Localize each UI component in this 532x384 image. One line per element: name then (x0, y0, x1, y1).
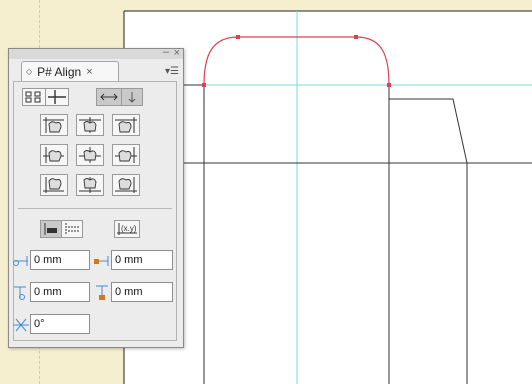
spacing-mode-left-button[interactable] (40, 220, 62, 238)
anchor-point (387, 83, 391, 87)
align-middle-right-button[interactable] (112, 144, 140, 166)
x-spacing-field[interactable]: 0 mm (111, 250, 173, 270)
align-top-left-icon (43, 117, 64, 133)
xy-reference-button[interactable]: (x.y) (114, 220, 140, 238)
align-top-right-button[interactable] (112, 114, 140, 136)
distribute-horizontal-button[interactable] (96, 88, 122, 106)
align-to-key-object-button[interactable] (45, 88, 69, 106)
y-offset-icon (14, 286, 26, 300)
align-top-center-icon (79, 117, 101, 133)
align-to-selection-icon (25, 91, 41, 103)
minimize-icon[interactable]: – (163, 46, 169, 58)
y-spacing-field[interactable]: 0 mm (111, 282, 173, 302)
align-middle-right-icon (115, 147, 137, 163)
align-bottom-right-button[interactable] (112, 174, 140, 196)
align-top-left-button[interactable] (40, 114, 68, 136)
align-bottom-right-icon (115, 177, 137, 193)
align-middle-center-button[interactable] (76, 144, 104, 166)
xy-reference-icon: (x.y) (117, 223, 137, 235)
anchor-point (202, 83, 206, 87)
close-icon[interactable]: × (174, 47, 180, 59)
collapse-arrows-icon[interactable]: ◇ (26, 67, 32, 76)
svg-text:(x.y): (x.y) (121, 224, 137, 233)
align-bottom-left-button[interactable] (40, 174, 68, 196)
anchor-point (354, 35, 358, 39)
spacing-mode-left-icon (44, 223, 57, 235)
align-top-center-button[interactable] (76, 114, 104, 136)
align-to-key-object-icon (48, 90, 66, 104)
vertical-arrow-icon (128, 92, 136, 103)
x-offset-icon (13, 256, 28, 266)
align-to-selection-button[interactable] (22, 88, 46, 106)
align-bottom-center-icon (79, 177, 101, 193)
align-middle-left-icon (43, 147, 64, 163)
page-area (124, 11, 532, 384)
tab-title: P# Align (37, 64, 82, 79)
align-panel: – × ◇ P# Align × ▾☰ (x.y) 0 mm 0 mm 0 mm… (8, 46, 184, 348)
angle-field[interactable]: 0° (30, 314, 90, 334)
align-middle-center-icon (79, 147, 101, 163)
workspace: – × ◇ P# Align × ▾☰ (x.y) 0 mm 0 mm 0 mm… (0, 0, 532, 384)
x-offset-field[interactable]: 0 mm (30, 250, 90, 270)
spacing-mode-right-button[interactable] (61, 220, 83, 238)
distribute-vertical-button[interactable] (121, 88, 143, 106)
angle-icon (13, 318, 29, 332)
panel-title-bar[interactable] (9, 49, 183, 59)
y-offset-field[interactable]: 0 mm (30, 282, 90, 302)
align-bottom-center-button[interactable] (76, 174, 104, 196)
tab-align[interactable]: ◇ P# Align × (21, 61, 119, 81)
horizontal-arrow-icon (100, 93, 118, 101)
align-top-right-icon (115, 117, 137, 133)
align-bottom-left-icon (43, 177, 64, 193)
tab-close-icon[interactable]: × (86, 66, 92, 78)
anchor-point (236, 35, 240, 39)
y-spacing-icon (96, 285, 108, 300)
panel-body: (x.y) 0 mm 0 mm 0 mm 0 mm 0° (13, 81, 177, 341)
section-divider (18, 208, 172, 209)
align-middle-left-button[interactable] (40, 144, 68, 166)
x-spacing-icon (94, 256, 109, 266)
panel-menu-icon[interactable]: ▾☰ (165, 66, 179, 78)
spacing-mode-right-icon (65, 223, 79, 235)
